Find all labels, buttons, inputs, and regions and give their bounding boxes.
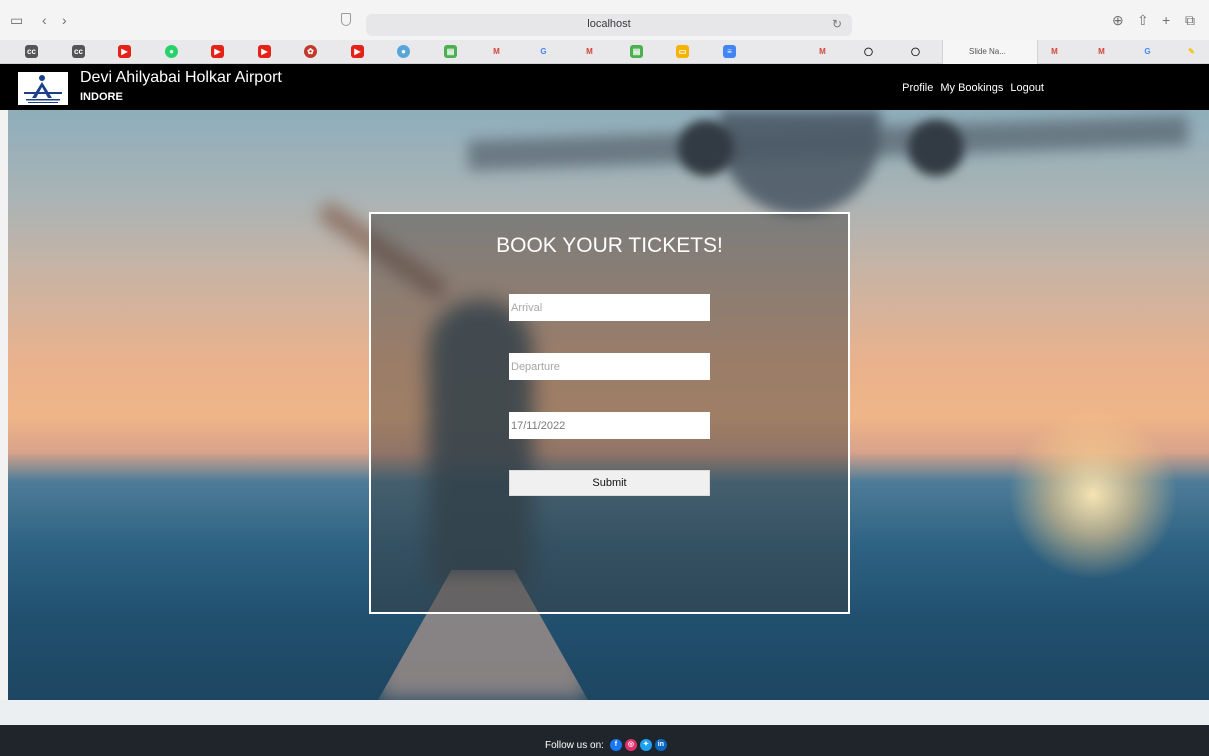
- favorite-globe-icon[interactable]: ●: [397, 45, 410, 58]
- nav-profile[interactable]: Profile: [902, 82, 933, 94]
- airplane-fuselage: [720, 110, 880, 215]
- favorite-gmail-icon[interactable]: M: [1095, 45, 1108, 58]
- booking-title: BOOK YOUR TICKETS!: [496, 234, 723, 257]
- new-tab-icon[interactable]: +: [1162, 12, 1170, 28]
- favorite-github-icon[interactable]: ◯: [862, 45, 875, 58]
- follow-us-label: Follow us on:: [545, 739, 604, 751]
- airplane-engine: [678, 120, 734, 176]
- tab-overview-icon[interactable]: ⧉: [1185, 12, 1195, 28]
- downloads-icon[interactable]: ⊕: [1112, 12, 1124, 28]
- privacy-shield-icon[interactable]: [341, 13, 351, 26]
- forward-icon[interactable]: ›: [62, 12, 67, 28]
- nav-logout[interactable]: Logout: [1010, 82, 1044, 94]
- arrival-input[interactable]: [509, 294, 710, 321]
- travel-date-input[interactable]: [509, 412, 710, 439]
- favorite-gmail-icon[interactable]: M: [816, 45, 829, 58]
- favorites-tab[interactable]: Slide Na...: [942, 40, 1038, 64]
- favorites-bar: cc cc ▶ ● ▶ ▶ ✿ ▶ ● ▤ M G M ▤ ▭ ≡ M ◯ ◯ …: [0, 40, 1209, 64]
- brand-title: Devi Ahilyabai Holkar Airport: [80, 69, 282, 86]
- favorite-github-icon[interactable]: ◯: [909, 45, 922, 58]
- social-links: Follow us on: f ◎ ✦ in: [545, 739, 667, 751]
- favorite-youtube-icon[interactable]: ▶: [258, 45, 271, 58]
- address-bar-url: localhost: [587, 18, 631, 30]
- site-footer: Follow us on: f ◎ ✦ in: [0, 725, 1209, 756]
- favorite-sheet-icon[interactable]: ▤: [444, 45, 457, 58]
- booking-form-card: BOOK YOUR TICKETS! Submit: [369, 212, 850, 614]
- favorite-google-icon[interactable]: G: [1141, 45, 1154, 58]
- back-icon[interactable]: ‹: [42, 12, 47, 28]
- favorite-cc-icon[interactable]: cc: [72, 45, 85, 58]
- browser-toolbar: ▭ ‹ › localhost ↻ ⊕ ⇧ + ⧉: [0, 0, 1209, 40]
- favorite-settings-icon[interactable]: ✿: [304, 45, 317, 58]
- favorite-gmail-icon[interactable]: M: [583, 45, 596, 58]
- departure-input[interactable]: [509, 353, 710, 380]
- airplane-engine: [908, 120, 964, 176]
- facebook-icon[interactable]: f: [609, 739, 622, 751]
- airport-logo[interactable]: [18, 72, 68, 105]
- favorite-youtube-icon[interactable]: ▶: [351, 45, 364, 58]
- favorite-cc-icon[interactable]: cc: [25, 45, 38, 58]
- main-nav: Profile My Bookings Logout: [902, 82, 1044, 94]
- favorite-google-icon[interactable]: G: [537, 45, 550, 58]
- share-icon[interactable]: ⇧: [1137, 12, 1149, 28]
- reload-icon[interactable]: ↻: [832, 17, 842, 31]
- page-gap: [0, 700, 1209, 725]
- submit-button[interactable]: Submit: [509, 470, 710, 496]
- nav-my-bookings[interactable]: My Bookings: [940, 82, 1003, 94]
- favorite-youtube-icon[interactable]: ▶: [211, 45, 224, 58]
- favorite-gmail-icon[interactable]: M: [1048, 45, 1061, 58]
- favorite-gmail-icon[interactable]: M: [490, 45, 503, 58]
- sunset-glow: [1008, 410, 1178, 580]
- favorite-pencil-icon[interactable]: ✎: [1185, 45, 1198, 58]
- instagram-icon[interactable]: ◎: [624, 739, 637, 751]
- favorite-whatsapp-icon[interactable]: ●: [165, 45, 178, 58]
- address-bar[interactable]: localhost ↻: [366, 14, 852, 36]
- favorite-sheet-icon[interactable]: ▤: [630, 45, 643, 58]
- favorite-youtube-icon[interactable]: ▶: [118, 45, 131, 58]
- linkedin-icon[interactable]: in: [654, 739, 667, 751]
- sidebar-toggle-icon[interactable]: ▭: [10, 12, 23, 28]
- twitter-icon[interactable]: ✦: [639, 739, 652, 751]
- favorite-slides-icon[interactable]: ▭: [676, 45, 689, 58]
- favorite-docs-icon[interactable]: ≡: [723, 45, 736, 58]
- site-header: Devi Ahilyabai Holkar Airport INDORE Pro…: [0, 64, 1209, 110]
- brand-subtitle: INDORE: [80, 91, 123, 103]
- aai-logo-icon: [24, 75, 62, 103]
- favorites-tab-label: Slide Na...: [969, 47, 1006, 56]
